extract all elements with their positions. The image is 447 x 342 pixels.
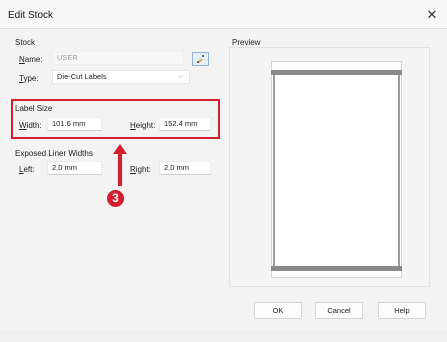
type-select-value: Die-Cut Labels: [57, 72, 107, 81]
cancel-button[interactable]: Cancel: [315, 302, 363, 319]
ok-button[interactable]: OK: [254, 302, 302, 319]
right-label: Right:: [130, 165, 151, 174]
stock-section-label: Stock: [15, 38, 36, 47]
name-label: Name:: [19, 55, 43, 64]
edit-name-button[interactable]: [192, 52, 209, 66]
step-number-badge: 3: [107, 190, 124, 207]
name-field[interactable]: USER: [52, 51, 184, 65]
help-button[interactable]: Help: [378, 302, 426, 319]
type-select[interactable]: Die-Cut Labels ⌵: [52, 70, 190, 84]
label-preview-bottom-edge: [271, 266, 402, 271]
close-icon[interactable]: ✕: [423, 6, 441, 24]
label-preview-body: [273, 75, 400, 266]
edit-pencil-icon: [197, 55, 204, 64]
dialog-title: Edit Stock: [8, 10, 54, 21]
type-label: Type:: [19, 74, 39, 83]
left-label: Left:: [19, 165, 35, 174]
edit-stock-dialog: Edit Stock ✕ Stock Name: USER Type: Die-…: [0, 0, 447, 342]
chevron-down-icon: ⌵: [177, 73, 183, 80]
label-size-highlight-box: [11, 99, 220, 139]
dialog-footer: [0, 330, 447, 342]
right-liner-field[interactable]: 2.0 mm: [159, 161, 211, 175]
left-liner-field[interactable]: 2.0 mm: [47, 161, 102, 175]
up-arrow-annotation: [113, 144, 127, 186]
title-bar: Edit Stock ✕: [0, 0, 447, 29]
liner-section-label: Exposed Liner Widths: [15, 149, 93, 158]
preview-section-label: Preview: [232, 38, 261, 47]
